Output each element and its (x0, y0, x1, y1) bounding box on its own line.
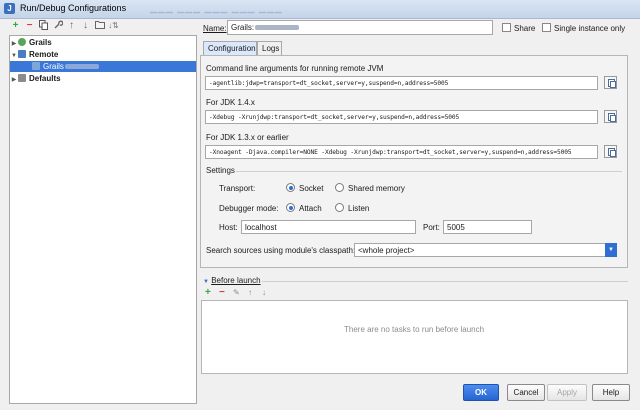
redacted-name (255, 25, 300, 30)
arrow-down-icon[interactable]: ↓ (80, 20, 91, 32)
classpath-select[interactable]: <whole project> ▼ (354, 243, 617, 257)
before-launch-header[interactable]: ▼ Before launch (203, 276, 261, 285)
redacted-name (64, 64, 99, 69)
tab-configuration[interactable]: Configuration (203, 41, 257, 55)
cancel-button[interactable]: Cancel (507, 384, 545, 401)
debugger-attach-label: Attach (299, 204, 322, 213)
window-title: Run/Debug Configurations (20, 3, 127, 13)
arrow-up-icon[interactable]: ↑ (66, 20, 77, 32)
collapse-arrow-icon: ▼ (203, 279, 209, 285)
name-label: Name: (203, 24, 227, 33)
share-checkbox[interactable] (502, 23, 511, 32)
minus-icon[interactable]: − (219, 287, 225, 298)
single-instance-label: Single instance only (554, 24, 626, 33)
apply-button[interactable]: Apply (547, 384, 587, 401)
expand-icon[interactable] (604, 145, 617, 158)
before-launch-task-list: There are no tasks to run before launch (201, 300, 628, 374)
name-field[interactable]: Grails: (227, 20, 493, 35)
debugger-mode-label: Debugger mode: (219, 204, 279, 213)
help-button[interactable]: Help (592, 384, 630, 401)
copy-icon[interactable] (38, 20, 49, 32)
wrench-icon (18, 74, 26, 82)
title-bar: J Run/Debug Configurations ▁▁▁ ▁▁▁ ▁▁▁ ▁… (0, 0, 640, 19)
transport-label: Transport: (219, 184, 256, 193)
arrow-up-icon[interactable]: ↑ (248, 288, 252, 297)
jdk13-label: For JDK 1.3.x or earlier (206, 133, 289, 142)
transport-shared-label: Shared memory (348, 184, 405, 193)
plus-icon[interactable]: + (205, 287, 211, 298)
expand-arrow-icon[interactable]: ▶ (10, 75, 18, 86)
remote-config-icon (32, 62, 40, 70)
single-instance-checkbox[interactable] (542, 23, 551, 32)
tree-item-grails[interactable]: ▶ Grails (10, 37, 52, 48)
expand-icon[interactable] (604, 110, 617, 123)
plus-icon[interactable]: + (10, 20, 21, 32)
minus-icon[interactable]: − (24, 20, 35, 32)
tree-item-defaults[interactable]: ▶ Defaults (10, 73, 61, 84)
wrench-icon[interactable] (52, 20, 63, 32)
debugger-listen-label: Listen (348, 204, 370, 213)
remote-icon (18, 50, 26, 58)
debugger-listen-radio[interactable] (335, 203, 344, 212)
transport-socket-label: Socket (299, 184, 324, 193)
empty-tasks-text: There are no tasks to run before launch (344, 325, 485, 334)
classpath-label: Search sources using module's classpath: (206, 246, 356, 255)
share-label: Share (514, 24, 536, 33)
ok-button[interactable]: OK (463, 384, 499, 401)
port-field[interactable]: 5005 (443, 220, 532, 234)
tree-item-remote-grails[interactable]: Grails (10, 61, 196, 72)
background-menu-ghost: ▁▁▁ ▁▁▁ ▁▁▁ ▁▁▁ ▁▁▁ (150, 3, 283, 13)
settings-label: Settings (206, 166, 235, 175)
transport-socket-radio[interactable] (286, 183, 295, 192)
port-label: Port: (423, 223, 440, 232)
tree-item-remote[interactable]: ▼ Remote (10, 49, 58, 60)
jdk13-field[interactable]: -Xnoagent -Djava.compiler=NONE -Xdebug -… (205, 145, 598, 159)
sort-icon[interactable]: ↓⇅ (108, 20, 119, 32)
app-icon: J (4, 3, 15, 14)
settings-separator (236, 171, 622, 172)
cmd-args-label: Command line arguments for running remot… (206, 64, 384, 73)
cmd-args-field[interactable]: -agentlib:jdwp=transport=dt_socket,serve… (205, 76, 598, 90)
arrow-down-icon[interactable]: ↓ (262, 288, 266, 297)
expand-icon[interactable] (604, 76, 617, 89)
host-label: Host: (219, 223, 238, 232)
host-field[interactable]: localhost (241, 220, 416, 234)
configuration-tree: ▶ Grails ▼ Remote Grails ▶ Defaults (9, 35, 197, 404)
chevron-down-icon[interactable]: ▼ (605, 243, 617, 257)
edit-icon[interactable]: ✎ (233, 288, 240, 297)
run-debug-dialog: J Run/Debug Configurations ▁▁▁ ▁▁▁ ▁▁▁ ▁… (0, 0, 640, 410)
before-launch-separator (262, 281, 628, 282)
debugger-attach-radio[interactable] (286, 203, 295, 212)
folder-icon[interactable] (94, 20, 105, 32)
grails-icon (18, 38, 26, 46)
jdk14-field[interactable]: -Xdebug -Xrunjdwp:transport=dt_socket,se… (205, 110, 598, 124)
tab-logs[interactable]: Logs (257, 41, 282, 55)
jdk14-label: For JDK 1.4.x (206, 98, 255, 107)
transport-shared-radio[interactable] (335, 183, 344, 192)
